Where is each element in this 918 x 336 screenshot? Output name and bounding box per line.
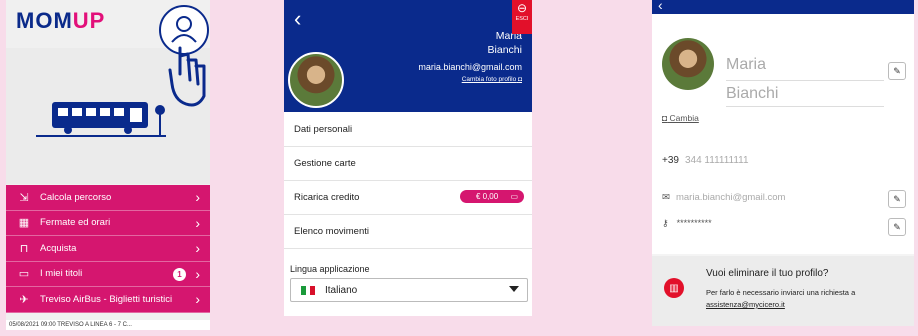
dropdown-arrow-icon	[509, 286, 519, 292]
home-menu: ⇲ Calcola percorso › ▦ Fermate ed orari …	[6, 185, 210, 313]
delete-profile-description: Per farlo è necessario inviarci una rich…	[706, 288, 856, 297]
bus-icon	[36, 102, 166, 137]
menu-item-fermate-orari[interactable]: ▦ Fermate ed orari ›	[6, 210, 210, 236]
profile-email: maria.bianchi@gmail.com	[418, 62, 522, 72]
back-icon[interactable]: ‹	[658, 0, 663, 13]
menu-item-acquista[interactable]: ⊓ Acquista ›	[6, 236, 210, 262]
chevron-right-icon: ›	[195, 189, 200, 205]
profile-header: ‹ Maria Bianchi maria.bianchi@gmail.com …	[284, 0, 532, 112]
last-name-underline	[726, 106, 884, 107]
pencil-icon: ✎	[893, 221, 901, 232]
credit-badge: € 0,00 ▭	[459, 190, 524, 203]
wallet-icon: ▭	[510, 192, 518, 201]
chevron-right-icon: ›	[195, 240, 200, 256]
delete-profile-title: Vuoi eliminare il tuo profilo?	[706, 268, 829, 279]
avatar	[288, 52, 344, 108]
row-elenco-movimenti[interactable]: Elenco movimenti	[284, 214, 532, 249]
bag-icon: ⊓	[19, 242, 29, 255]
personal-data-screen: ‹ Maria Bianchi ✎ ◘ Cambia +39 344 111111…	[652, 0, 914, 326]
support-email-link[interactable]: assistenza@mycicero.it	[706, 300, 785, 309]
row-dati-personali[interactable]: Dati personali	[284, 112, 532, 147]
logout-icon: ⊖	[516, 1, 528, 15]
phone-field: +39 344 111111111	[662, 155, 749, 166]
camera-icon: ◘	[518, 76, 522, 83]
profile-icon[interactable]	[154, 4, 210, 112]
first-name-field[interactable]: Maria	[726, 56, 766, 74]
menu-item-treviso-airbus[interactable]: ✈ Treviso AirBus - Biglietti turistici ›	[6, 287, 210, 313]
password-field: ⚷ **********	[662, 218, 712, 228]
menu-item-calcola-percorso[interactable]: ⇲ Calcola percorso ›	[6, 185, 210, 211]
top-bar: ‹	[652, 0, 914, 14]
change-photo-link[interactable]: ◘ Cambia	[662, 113, 699, 123]
pencil-icon: ✎	[893, 65, 901, 76]
calendar-icon: ▦	[18, 217, 30, 230]
language-select[interactable]: Italiano	[290, 278, 528, 302]
camera-icon: ◘	[662, 113, 668, 123]
delete-profile-section: ▥ Vuoi eliminare il tuo profilo? Per far…	[652, 256, 914, 326]
last-name-field[interactable]: Bianchi	[726, 85, 778, 103]
airbus-icon: ✈	[19, 293, 29, 306]
profile-last-name: Bianchi	[487, 44, 522, 56]
menu-item-miei-titoli[interactable]: ▭ I miei titoli 1 ›	[6, 261, 210, 287]
first-name-underline	[726, 80, 884, 81]
count-badge: 1	[173, 267, 186, 281]
edit-email-button[interactable]: ✎	[888, 190, 906, 208]
language-label: Lingua applicazione	[290, 264, 370, 274]
row-gestione-carte[interactable]: Gestione carte	[284, 146, 532, 181]
chevron-right-icon: ›	[195, 265, 200, 282]
chevron-right-icon: ›	[195, 291, 200, 307]
edit-password-button[interactable]: ✎	[888, 218, 906, 236]
logout-button[interactable]: ⊖ ESCI	[512, 0, 532, 34]
route-icon: ⇲	[19, 191, 29, 204]
trash-icon[interactable]: ▥	[664, 278, 684, 298]
row-ricarica-credito[interactable]: Ricarica credito € 0,00 ▭	[284, 180, 532, 215]
momup-logo: MOMUP	[16, 8, 106, 33]
edit-name-button[interactable]: ✎	[888, 62, 906, 80]
email-field: ✉ maria.bianchi@gmail.com	[662, 192, 786, 203]
key-icon: ⚷	[662, 218, 669, 228]
home-screen: MOMUP ⇲ Calcola percorso › ▦ Fermate ed …	[6, 0, 210, 330]
chevron-right-icon: ›	[195, 214, 200, 231]
pencil-icon: ✎	[893, 193, 901, 204]
back-icon[interactable]: ‹	[294, 6, 301, 32]
ticket-icon: ▭	[18, 268, 30, 281]
italy-flag-icon	[301, 285, 316, 295]
news-ticker: 05/08/2021 09:00 TREVISO A LINEA 6 - 7 C…	[6, 320, 210, 330]
profile-menu-screen: ‹ Maria Bianchi maria.bianchi@gmail.com …	[284, 0, 532, 316]
envelope-icon: ✉	[662, 192, 670, 203]
avatar	[662, 38, 714, 90]
change-photo-link[interactable]: Cambia foto profilo ◘	[462, 76, 522, 83]
